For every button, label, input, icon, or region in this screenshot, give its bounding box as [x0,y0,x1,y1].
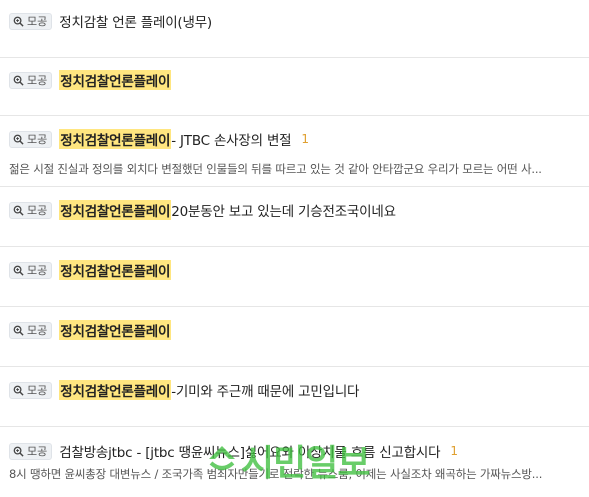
result-title-row[interactable]: 모공 정치검찰언론플레이 [9,320,172,340]
result-snippet: 8시 땡하면 윤씨총장 대변뉴스 / 조국가족 범죄자만들기로 전락한 뉴스룸,… [9,467,543,481]
magnifier-icon [13,446,24,457]
category-badge: 모공 [9,201,53,219]
badge-label: 모공 [27,384,48,397]
result-title-row[interactable]: 모공 검찰방송jtbc - [jtbc 땡윤씨뉴스] 싫어요와 이상치물 흐름 … [9,441,458,461]
category-badge: 모공 [9,442,53,460]
badge-label: 모공 [27,324,48,337]
result-title-highlight[interactable]: 정치검찰언론플레이 [59,320,172,340]
badge-label: 모공 [27,74,48,87]
list-item[interactable]: 모공 정치검찰언론플레이 20분동안 보고 있는데 기승전조국이네요 [0,187,589,247]
magnifier-icon [13,265,24,276]
magnifier-icon [13,134,24,145]
list-item[interactable]: 모공 정치검찰언론플레이 [0,307,589,367]
comment-count: 1 [450,444,458,458]
result-title-row[interactable]: 모공 정치검찰언론플레이 [9,70,172,90]
badge-label: 모공 [27,445,48,458]
result-title-highlight[interactable]: 정치검찰언론플레이 [59,200,172,220]
result-title-highlight[interactable]: 정치검찰언론플레이 [59,129,172,149]
category-badge: 모공 [9,71,53,89]
list-item[interactable]: 모공 정치검찰언론플레이 - JTBC 손사장의 변절 1 젊은 시절 진실과 … [0,116,589,187]
magnifier-icon [13,385,24,396]
magnifier-icon [13,325,24,336]
result-title-row[interactable]: 모공 정치검찰언론플레이 -기미와 주근깨 때문에 고민입니다 [9,380,359,400]
result-title[interactable]: -기미와 주근깨 때문에 고민입니다 [171,380,359,400]
category-badge: 모공 [9,321,53,339]
category-badge: 모공 [9,261,53,279]
result-title-highlight[interactable]: 정치검찰언론플레이 [59,70,172,90]
category-badge: 모공 [9,381,53,399]
result-title[interactable]: - JTBC 손사장의 변절 [171,129,291,149]
comment-count: 1 [301,132,310,146]
result-title-highlight[interactable]: 정치검찰언론플레이 [59,380,172,400]
magnifier-icon [13,16,24,27]
list-item[interactable]: 모공 검찰방송jtbc - [jtbc 땡윤씨뉴스] 싫어요와 이상치물 흐름 … [0,427,589,489]
result-title[interactable]: 싫어요와 이상치물 흐름 신고합시다 [245,441,441,461]
result-title-highlight[interactable]: 정치검찰언론플레이 [59,260,172,280]
result-title[interactable]: 정치감찰 언론 플레이(냉무) [59,11,212,31]
search-results-list: 모공 정치감찰 언론 플레이(냉무) 모공 정치검찰언론플레이 모공 정치검찰언… [0,0,589,489]
category-badge: 모공 [9,12,53,30]
result-title-row[interactable]: 모공 정치검찰언론플레이 - JTBC 손사장의 변절 1 [9,129,309,149]
list-item[interactable]: 모공 정치검찰언론플레이 [0,247,589,307]
result-title-row[interactable]: 모공 정치검찰언론플레이 [9,260,172,280]
badge-label: 모공 [27,15,48,28]
magnifier-icon [13,205,24,216]
list-item[interactable]: 모공 정치감찰 언론 플레이(냉무) [0,0,589,58]
badge-label: 모공 [27,264,48,277]
magnifier-icon [13,75,24,86]
result-snippet: 젊은 시절 진실과 정의를 외치다 변절했던 인물들의 뒤를 따르고 있는 것 … [9,162,542,176]
category-badge: 모공 [9,130,53,148]
list-item[interactable]: 모공 정치검찰언론플레이 -기미와 주근깨 때문에 고민입니다 [0,367,589,427]
result-title-prefix[interactable]: 검찰방송jtbc - [jtbc 땡윤씨뉴스] [59,441,245,461]
badge-label: 모공 [27,133,48,146]
result-title-row[interactable]: 모공 정치감찰 언론 플레이(냉무) [9,11,212,31]
result-title[interactable]: 20분동안 보고 있는데 기승전조국이네요 [171,200,396,220]
badge-label: 모공 [27,204,48,217]
result-title-row[interactable]: 모공 정치검찰언론플레이 20분동안 보고 있는데 기승전조국이네요 [9,200,396,220]
list-item[interactable]: 모공 정치검찰언론플레이 [0,58,589,116]
